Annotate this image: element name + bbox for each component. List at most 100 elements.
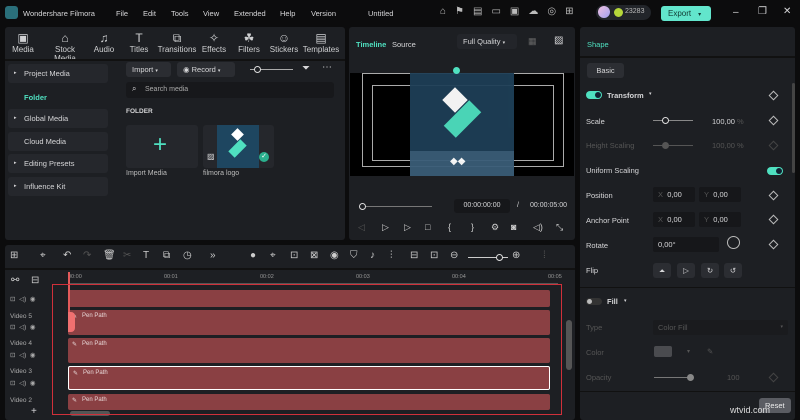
volume-icon[interactable]: ◁) (533, 222, 543, 233)
chevron-down-icon[interactable]: ▾ (687, 348, 690, 355)
stop-icon[interactable]: □ (425, 222, 430, 232)
sidebar-item-cloud-media[interactable]: Cloud Media (8, 132, 108, 151)
flip-horizontal-button[interactable]: ▷ (677, 263, 695, 278)
rotate-handle[interactable] (453, 67, 460, 74)
render-icon[interactable]: ⚙ (491, 222, 499, 233)
tab-stickers[interactable]: ☺ Stickers (264, 31, 304, 54)
tab-filters[interactable]: ☘ Filters (229, 31, 269, 54)
rotate-input[interactable]: 0,00° (653, 237, 719, 252)
caret-icon[interactable]: ▾ (649, 91, 652, 97)
play-icon[interactable]: ▷ (404, 222, 411, 233)
replace-icon[interactable]: ⊟ (410, 250, 418, 261)
auto-icon[interactable]: ◉ (330, 250, 339, 261)
caret-icon[interactable]: ▾ (624, 298, 627, 304)
sidebar-item-global-media[interactable]: ▸ Global Media (8, 109, 108, 128)
credits-badge[interactable]: 23283 (596, 5, 651, 20)
tab-effects[interactable]: ✧ Effects (194, 31, 234, 54)
apps-icon[interactable]: ⊞ (565, 6, 582, 17)
transform-toggle[interactable] (586, 91, 602, 99)
menu-version[interactable]: Version (311, 9, 336, 18)
rotate-ccw-button[interactable]: ↺ (724, 263, 742, 278)
cloud-icon[interactable]: ☁ (528, 6, 547, 17)
anchor-y-input[interactable]: Y 0,00 (699, 212, 741, 227)
crop-icon[interactable]: ⧉ (163, 250, 170, 261)
undo-icon[interactable]: ↶ (63, 250, 71, 261)
filter-icon[interactable]: ⏷ (302, 63, 310, 74)
import-media-tile[interactable]: + (126, 125, 198, 168)
opacity-slider[interactable] (654, 374, 694, 381)
export-button[interactable]: Export ▾ (661, 6, 711, 21)
zoom-out-icon[interactable]: ⊖ (450, 250, 458, 261)
lock-icon[interactable]: ⊡ (10, 296, 15, 303)
quality-dropdown[interactable]: Full Quality ▾ (457, 34, 517, 49)
menu-tools[interactable]: Tools (171, 9, 189, 18)
add-track-icon[interactable]: ⊟ (31, 275, 39, 286)
eye-icon[interactable]: ◉ (30, 380, 36, 387)
search-input[interactable]: ⌕ Search media (126, 82, 334, 98)
mark-in-icon[interactable]: { (448, 222, 451, 232)
tab-templates[interactable]: ▤ Templates (301, 31, 341, 54)
camera-icon[interactable]: ◙ (511, 222, 516, 232)
height-scaling-slider[interactable] (653, 142, 693, 149)
link-icon[interactable]: ⚯ (11, 275, 19, 286)
menu-view[interactable]: View (203, 9, 219, 18)
more-icon[interactable]: ⋯ (322, 62, 332, 73)
tab-source[interactable]: Source (392, 40, 416, 49)
lock-icon[interactable]: ⊡ (10, 380, 15, 387)
rotate-cw-button[interactable]: ↻ (701, 263, 719, 278)
lock-icon[interactable]: ⊡ (10, 324, 15, 331)
zoom-in-icon[interactable]: ⊕ (512, 250, 520, 261)
select-tool-icon[interactable]: ⌖ (40, 250, 46, 261)
anchor-x-input[interactable]: X 0,00 (653, 212, 695, 227)
playback-scrubber[interactable] (359, 203, 432, 210)
sticker-icon[interactable]: ⊠ (310, 250, 318, 261)
snapshot-view-icon[interactable]: ▨ (554, 35, 563, 46)
prev-frame-icon[interactable]: ◁ (358, 222, 365, 233)
flip-vertical-button[interactable]: ⏶ (653, 263, 671, 278)
menu-file[interactable]: File (116, 9, 128, 18)
sidebar-item-influence-kit[interactable]: ▸ Influence Kit (8, 177, 108, 196)
sidebar-item-project-media[interactable]: ▸ Project Media (8, 64, 108, 83)
lock-icon[interactable]: ⊡ (10, 352, 15, 359)
tab-timeline[interactable]: Timeline (356, 40, 386, 49)
play-step-icon[interactable]: ▷ (382, 222, 389, 233)
mute-icon[interactable]: ◁) (19, 324, 26, 331)
tab-basic[interactable]: Basic (587, 63, 624, 78)
inspector-scrollbar[interactable] (792, 83, 795, 173)
mixer-icon[interactable]: ⫶ (390, 250, 393, 261)
eye-icon[interactable]: ◉ (30, 296, 36, 303)
save-icon[interactable]: ▣ (510, 6, 528, 17)
type-dropdown[interactable]: Color Fill ▾ (653, 320, 788, 335)
more-tools-icon[interactable]: » (210, 250, 216, 261)
eye-icon[interactable]: ◉ (30, 352, 36, 359)
mute-icon[interactable]: ◁) (19, 296, 26, 303)
ai-icon[interactable]: ● (250, 250, 256, 261)
minimize-button[interactable]: – (733, 7, 739, 18)
position-y-input[interactable]: Y 0,00 (699, 187, 741, 202)
timeline-vertical-scrollbar[interactable] (566, 320, 572, 370)
menu-help[interactable]: Help (280, 9, 295, 18)
mark-out-icon[interactable]: } (471, 222, 474, 232)
record-dropdown[interactable]: ◉ Record ▾ (177, 62, 235, 77)
grid-icon[interactable]: ▦ (528, 36, 537, 47)
thumbnail-size-slider[interactable] (250, 66, 293, 73)
snap-icon[interactable]: ⌖ (270, 250, 276, 261)
sidebar-item-folder[interactable]: Folder (24, 93, 47, 102)
filmora-logo-tile[interactable]: ▨ ✓ (203, 125, 274, 168)
scale-slider[interactable] (653, 117, 693, 124)
monitor-icon[interactable]: ▭ (491, 6, 509, 17)
close-button[interactable]: ✕ (783, 6, 791, 17)
eyedropper-icon[interactable]: ✎ (707, 347, 713, 356)
sidebar-item-editing-presets[interactable]: ▸ Editing Presets (8, 154, 108, 173)
notes-icon[interactable]: ▤ (473, 6, 491, 17)
track-height-icon[interactable]: ⁞ (543, 250, 546, 261)
cut-icon[interactable]: ✂ (123, 250, 131, 261)
tab-transitions[interactable]: ⧉ Transitions (157, 31, 197, 54)
mute-icon[interactable]: ◁) (19, 380, 26, 387)
support-icon[interactable]: ◎ (547, 6, 565, 17)
redo-icon[interactable]: ↷ (83, 250, 91, 261)
marker-icon[interactable]: ⊡ (290, 250, 298, 261)
microphone-icon[interactable]: ♪ (370, 250, 375, 261)
speed-icon[interactable]: ◷ (183, 250, 192, 261)
shield-icon[interactable]: ⛉ (350, 250, 358, 261)
